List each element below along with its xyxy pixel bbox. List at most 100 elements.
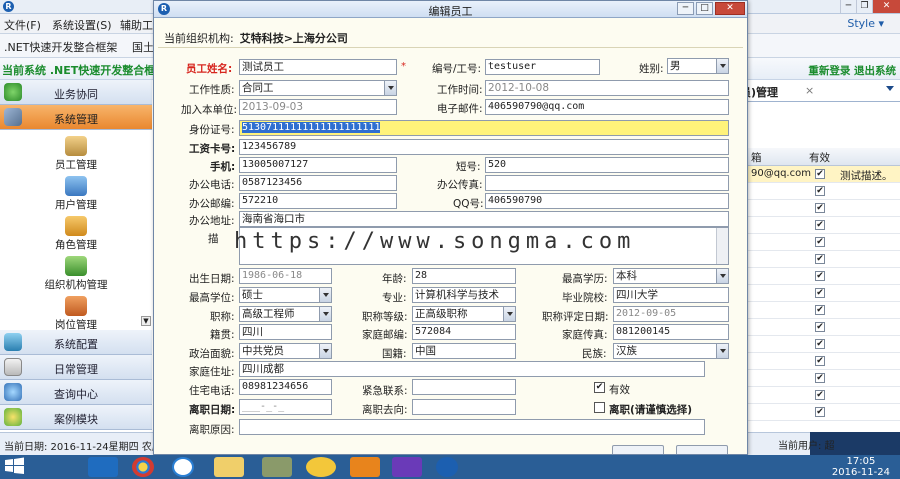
chrome-icon[interactable]	[132, 457, 154, 477]
school-field[interactable]: 四川大学	[613, 287, 729, 303]
homezip-field[interactable]: 572084	[412, 324, 516, 340]
sidebar-item-employee[interactable]: 员工管理	[0, 136, 152, 172]
major-field[interactable]: 计算机科学与技术	[412, 287, 516, 303]
tools-icon[interactable]	[262, 457, 292, 477]
table-row[interactable]: ✔	[745, 319, 900, 336]
valid-checkbox[interactable]: ✔	[815, 288, 825, 298]
valid-checkbox[interactable]: ✔	[815, 373, 825, 383]
folder-icon[interactable]	[214, 457, 244, 477]
visual-studio-icon[interactable]	[392, 457, 422, 477]
table-row[interactable]: ✔	[745, 370, 900, 387]
leavedate-field[interactable]: ___-_-_	[239, 399, 332, 415]
table-row[interactable]: ✔	[745, 200, 900, 217]
ethnic-select[interactable]: 汉族	[613, 343, 729, 359]
sidebar-item-post[interactable]: 岗位管理	[0, 296, 152, 332]
windows-start-icon[interactable]	[4, 457, 34, 477]
valid-checkbox[interactable]: ✔	[815, 254, 825, 264]
table-row[interactable]: ✔	[745, 251, 900, 268]
table-row[interactable]: ✔	[745, 353, 900, 370]
valid-checkbox[interactable]: ✔	[815, 305, 825, 315]
table-row[interactable]: ✔	[745, 268, 900, 285]
valid-checkbox[interactable]: ✔	[815, 390, 825, 400]
gender-select[interactable]: 男	[667, 58, 729, 74]
nation-field[interactable]: 中国	[412, 343, 516, 359]
style-menu[interactable]: Style ▾	[847, 17, 884, 30]
land-tab[interactable]: 国土	[132, 39, 154, 55]
party-select[interactable]: 中共党员	[239, 343, 332, 359]
valid-checkbox[interactable]: ✔	[815, 322, 825, 332]
birth-field[interactable]: 1986-06-18	[239, 268, 332, 284]
minimize-icon[interactable]: ─	[677, 2, 694, 15]
homefax-field[interactable]: 081200145	[613, 324, 729, 340]
valid-checkbox[interactable]: ✔	[815, 169, 825, 179]
age-field[interactable]: 28	[412, 268, 516, 284]
table-row[interactable]: ✔	[745, 387, 900, 404]
native-field[interactable]: 四川	[239, 324, 332, 340]
powershell-icon[interactable]	[88, 457, 118, 477]
worktime-field[interactable]: 2012-10-08	[485, 80, 729, 96]
hometel-field[interactable]: 08981234656	[239, 379, 332, 395]
valid-checkbox[interactable]: ✔	[815, 271, 825, 281]
sogou-icon[interactable]	[172, 457, 194, 477]
chevron-down-icon[interactable]	[319, 344, 331, 358]
titledate-field[interactable]: 2012-09-05	[613, 306, 729, 322]
valid-checkbox[interactable]: ✔	[815, 220, 825, 230]
chevron-down-icon[interactable]	[716, 344, 728, 358]
chevron-down-icon[interactable]	[716, 59, 728, 73]
app-logo-icon[interactable]	[436, 457, 458, 477]
table-row[interactable]: ✔	[745, 217, 900, 234]
officezip-field[interactable]: 572210	[239, 193, 397, 209]
sidebar-section-cases[interactable]: 案例模块	[0, 405, 152, 430]
joindate-field[interactable]: 2013-09-03	[239, 99, 397, 115]
qq-field[interactable]: 406590790	[485, 193, 729, 209]
idcard-field[interactable]: 51307111111111111111111	[239, 120, 729, 136]
edu-select[interactable]: 硕士	[239, 287, 332, 303]
officetel-field[interactable]: 0587123456	[239, 175, 397, 191]
close-icon[interactable]: ✕	[872, 0, 900, 13]
valid-checkbox[interactable]: ✔	[815, 339, 825, 349]
chevron-down-icon[interactable]	[503, 307, 515, 321]
framework-tab[interactable]: .NET快速开发整合框架	[4, 39, 117, 55]
table-row[interactable]: ✔	[745, 234, 900, 251]
lemon-icon[interactable]	[306, 457, 336, 477]
homeaddr-field[interactable]: 四川成都	[239, 361, 705, 377]
leavereason-field[interactable]	[239, 419, 705, 435]
valid-checkbox[interactable]: ✔	[815, 407, 825, 417]
sidebar-section-query[interactable]: 查询中心	[0, 380, 152, 405]
chevron-down-icon[interactable]	[716, 269, 728, 283]
table-row[interactable]: ✔	[745, 302, 900, 319]
code-field[interactable]: testuser	[485, 59, 600, 75]
chevron-down-icon[interactable]	[319, 288, 331, 302]
valid-checkbox[interactable]: ✔	[815, 186, 825, 196]
sidebar-item-user[interactable]: 用户管理	[0, 176, 152, 212]
valid-checkbox[interactable]: ✔	[594, 382, 605, 393]
table-row[interactable]: 90@qq.com ✔ 测试描述。	[745, 166, 900, 183]
restore-icon[interactable]: ❐	[856, 0, 872, 13]
relogin-exit-links[interactable]: 重新登录 退出系统	[808, 63, 896, 78]
close-icon[interactable]: ✕	[715, 2, 745, 15]
mobile-field[interactable]: 13005007127	[239, 157, 397, 173]
column-header-email[interactable]: 箱	[751, 150, 762, 165]
sidebar-scroll-down-icon[interactable]: ▼	[141, 316, 151, 326]
email-field[interactable]: 406590790@qq.com	[485, 99, 729, 115]
salary-field[interactable]: 123456789	[239, 139, 729, 155]
valid-checkbox[interactable]: ✔	[815, 356, 825, 366]
titlelevel-select[interactable]: 正高级职称	[412, 306, 516, 322]
maximize-icon[interactable]: □	[696, 2, 713, 15]
menu-assist[interactable]: 辅助工	[120, 17, 153, 33]
clock[interactable]: 17:05 2016-11-24	[832, 456, 890, 478]
sidebar-item-org[interactable]: 组织机构管理	[0, 256, 152, 292]
valid-checkbox[interactable]: ✔	[815, 237, 825, 247]
table-row[interactable]: ✔	[745, 285, 900, 302]
sidebar-item-role[interactable]: 角色管理	[0, 216, 152, 252]
minimize-icon[interactable]: ─	[840, 0, 856, 13]
save-button[interactable]	[612, 445, 664, 454]
table-row[interactable]: ✔	[745, 183, 900, 200]
menu-settings[interactable]: 系统设置(S)	[52, 17, 112, 33]
title-select[interactable]: 高级工程师	[239, 306, 332, 322]
menu-file[interactable]: 文件(F)	[4, 17, 41, 33]
leave-checkbox[interactable]	[594, 402, 605, 413]
valid-checkbox[interactable]: ✔	[815, 203, 825, 213]
chevron-down-icon[interactable]	[886, 86, 894, 91]
cancel-button[interactable]	[676, 445, 728, 454]
